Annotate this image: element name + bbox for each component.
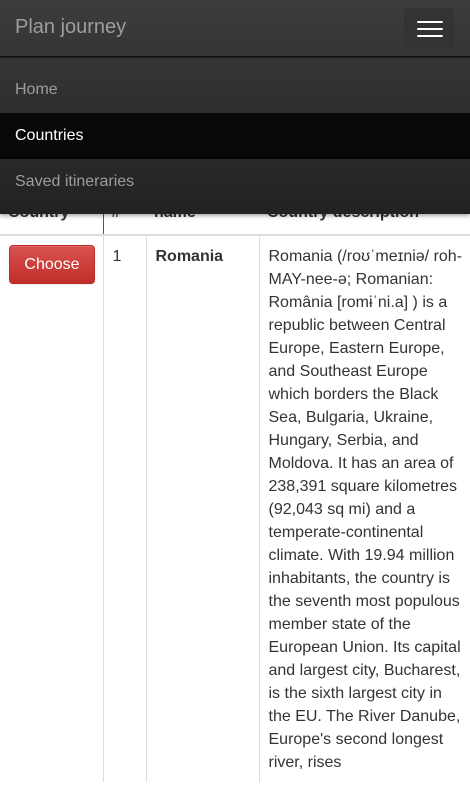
country-name: Romania xyxy=(146,235,260,782)
table-row: Choose 1 Romania Romania (/roʊˈmeɪniə/ r… xyxy=(0,235,470,782)
choose-cell: Choose xyxy=(0,235,104,782)
nav-menu: Home Countries Saved itineraries xyxy=(0,57,470,205)
navbar-toggle-button[interactable] xyxy=(404,8,454,48)
brand-link[interactable]: Plan journey xyxy=(15,16,126,39)
nav-item-saved-itineraries[interactable]: Saved itineraries xyxy=(0,159,470,205)
nav-item-home[interactable]: Home xyxy=(0,67,470,113)
navbar: Plan journey Home Countries Saved itiner… xyxy=(0,0,470,214)
row-number: 1 xyxy=(103,235,147,782)
nav-item-countries[interactable]: Countries xyxy=(0,113,470,159)
country-description: Romania (/roʊˈmeɪniə/ roh-MAY-nee-ə; Rom… xyxy=(268,248,463,771)
navbar-header: Plan journey xyxy=(0,0,470,57)
countries-table: Country # name Country description Choos… xyxy=(0,190,470,782)
choose-button[interactable]: Choose xyxy=(9,245,95,284)
